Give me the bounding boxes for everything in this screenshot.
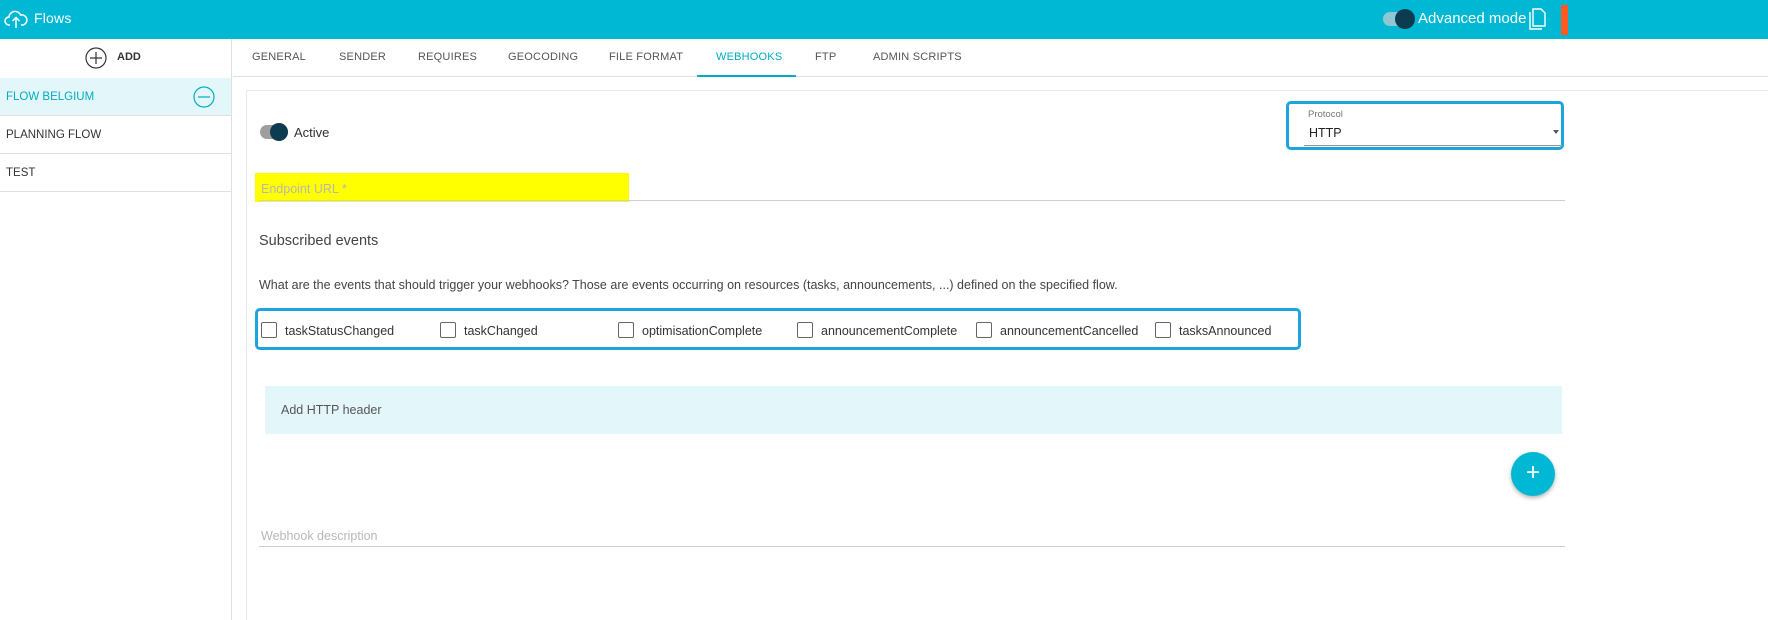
flows-sidebar: ADD FLOW BELGIUM PLANNING FLOW TEST (0, 39, 232, 620)
checkbox[interactable] (261, 322, 277, 338)
checkbox[interactable] (618, 322, 634, 338)
advanced-mode-label: Advanced mode (1418, 10, 1527, 27)
events-highlight (255, 308, 1301, 350)
webhook-panel (246, 90, 1768, 620)
add-circle-icon (85, 47, 107, 69)
sidebar-item-test[interactable]: TEST (0, 154, 231, 192)
add-fab-button[interactable]: + (1511, 452, 1555, 496)
tab-ftp[interactable]: FTP (815, 51, 836, 63)
protocol-select[interactable]: HTTP (1309, 126, 1342, 140)
tab-admin-scripts[interactable]: ADMIN SCRIPTS (873, 51, 962, 63)
sidebar-item-planning-flow[interactable]: PLANNING FLOW (0, 116, 231, 154)
cloud-upload-icon[interactable] (4, 8, 28, 30)
app-header: Flows Advanced mode (0, 0, 1768, 39)
event-label: announcementCancelled (1000, 324, 1139, 338)
event-label: announcementComplete (821, 324, 958, 338)
plus-icon: + (1525, 459, 1540, 486)
user-menu-tab[interactable] (1561, 5, 1568, 35)
tab-geocoding[interactable]: GEOCODING (508, 51, 578, 63)
webhook-description-field[interactable]: Webhook description (261, 529, 378, 543)
active-toggle[interactable] (260, 123, 288, 141)
sidebar-item-label: FLOW BELGIUM (6, 91, 95, 103)
subscribed-events-title: Subscribed events (259, 233, 379, 249)
tab-requires[interactable]: REQUIRES (418, 51, 477, 63)
checkbox[interactable] (1155, 322, 1171, 338)
sidebar-item-flow-belgium[interactable]: FLOW BELGIUM (0, 78, 231, 116)
tab-general[interactable]: GENERAL (252, 51, 306, 63)
tab-webhooks[interactable]: WEBHOOKS (716, 51, 782, 63)
document-icon[interactable] (1528, 8, 1546, 30)
add-flow-button[interactable]: ADD (0, 39, 231, 77)
webhook-description-underline (259, 546, 1565, 547)
event-label: taskChanged (464, 324, 538, 338)
remove-circle-icon[interactable] (193, 86, 215, 108)
event-label: optimisationComplete (642, 324, 763, 338)
checkbox[interactable] (797, 322, 813, 338)
active-tab-indicator (697, 75, 796, 77)
add-http-header-label: Add HTTP header (281, 403, 382, 417)
events-description: What are the events that should trigger … (259, 278, 1118, 292)
protocol-caption: Protocol (1308, 109, 1343, 120)
event-label: taskStatusChanged (285, 324, 395, 338)
endpoint-url-field[interactable]: Endpoint URL * (261, 182, 347, 196)
sidebar-item-label: TEST (6, 167, 36, 179)
checkbox[interactable] (440, 322, 456, 338)
add-http-header-button[interactable] (265, 386, 1562, 434)
tab-file-format[interactable]: FILE FORMAT (609, 51, 683, 63)
dropdown-arrow-icon[interactable] (1553, 130, 1559, 134)
advanced-mode-toggle[interactable] (1383, 9, 1415, 29)
sidebar-item-label: PLANNING FLOW (6, 129, 102, 141)
add-flow-label: ADD (117, 51, 141, 63)
event-label: tasksAnnounced (1179, 324, 1272, 338)
active-label: Active (294, 125, 330, 140)
app-title: Flows (34, 10, 72, 26)
endpoint-url-underline (259, 200, 1565, 201)
tab-sender[interactable]: SENDER (339, 51, 386, 63)
settings-tabs: GENERAL SENDER REQUIRES GEOCODING FILE F… (233, 39, 1768, 77)
checkbox[interactable] (976, 322, 992, 338)
protocol-underline (1304, 145, 1562, 146)
